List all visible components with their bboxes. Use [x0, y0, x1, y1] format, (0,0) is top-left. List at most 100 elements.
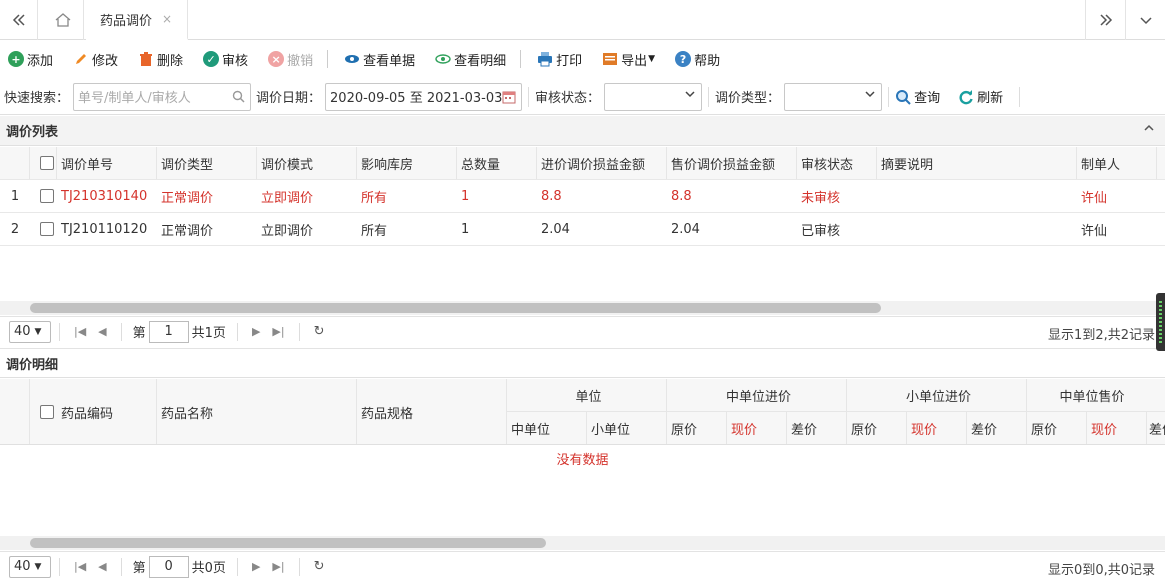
col-header-creator[interactable]: 制单人 [1077, 147, 1157, 179]
date-range-input[interactable]: 2020-09-05 至 2021-03-03 [325, 82, 523, 111]
close-icon[interactable]: × [162, 12, 172, 26]
chevron-down-icon [864, 88, 876, 103]
chevron-down-icon[interactable] [1125, 0, 1165, 40]
search-divider [1019, 86, 1021, 107]
table-row[interactable]: 1 TJ210310140 正常调价 立即调价 所有 1 8.8 8.8 未审核… [0, 180, 1165, 213]
cell-total-qty: 1 [461, 221, 470, 237]
page-prefix: 第 [132, 561, 146, 576]
first-page-icon[interactable]: |◀ [74, 325, 86, 338]
row-checkbox-cell [30, 180, 57, 212]
col-header-small-unit[interactable]: 小单位 [587, 412, 667, 444]
search-divider [708, 86, 710, 107]
row-number: 1 [10, 188, 20, 204]
audit-status-select[interactable] [604, 82, 703, 111]
col-header-drug-code[interactable]: 药品编码 [57, 379, 157, 444]
col-header-mid-sell-orig[interactable]: 原价 [1027, 412, 1087, 444]
col-header-warehouse[interactable]: 影响库房 [357, 147, 457, 179]
prev-page-icon[interactable]: ◀ [98, 560, 106, 573]
print-button[interactable]: 打印 [537, 50, 582, 69]
col-header-small-buy-diff[interactable]: 差价 [967, 412, 1027, 444]
edit-button[interactable]: 修改 [73, 50, 118, 69]
col-header-summary[interactable]: 摘要说明 [877, 147, 1077, 179]
page-size-select[interactable]: 40 ▼ [9, 320, 51, 343]
reload-icon[interactable]: ↻ [314, 324, 325, 339]
tab-drug-price-adjustment[interactable]: 药品调价 × [86, 0, 188, 40]
pager-divider [298, 322, 300, 341]
cell-total-qty: 1 [461, 188, 470, 204]
col-header-order-no[interactable]: 调价单号 [57, 147, 157, 179]
col-header-mid-unit[interactable]: 中单位 [507, 412, 587, 444]
search-bar: 快速搜索： 单号/制单人/审核人 调价日期： 2020-09-05 至 2021… [0, 79, 1165, 115]
caret-down-icon: ▼ [34, 561, 42, 572]
row-checkbox[interactable] [40, 222, 54, 236]
double-chevron-right-icon[interactable] [1085, 0, 1125, 40]
next-page-icon[interactable]: ▶ [252, 560, 260, 573]
col-header-price-mode[interactable]: 调价模式 [257, 147, 357, 179]
double-chevron-left-icon[interactable] [0, 0, 38, 40]
refresh-icon [958, 89, 974, 105]
quick-search-input[interactable]: 单号/制单人/审核人 [73, 82, 252, 111]
price-type-select[interactable] [784, 82, 883, 111]
select-all-checkbox[interactable] [40, 156, 54, 170]
page-total: 共0页 [191, 561, 226, 576]
audit-button[interactable]: ✓ 审核 [203, 50, 248, 69]
col-header-mid-buy-orig[interactable]: 原价 [667, 412, 727, 444]
col-header-mid-sell-diff[interactable]: 差价 [1147, 412, 1165, 444]
page-size-select[interactable]: 40 ▼ [9, 555, 51, 578]
prev-page-icon[interactable]: ◀ [98, 325, 106, 338]
refresh-button[interactable]: 刷新 [958, 87, 1003, 106]
col-header-buy-profit[interactable]: 进价调价损益金额 [537, 147, 667, 179]
col-header-drug-name[interactable]: 药品名称 [157, 379, 357, 444]
last-page-icon[interactable]: ▶| [272, 560, 284, 573]
col-header-mid-buy-diff[interactable]: 差价 [787, 412, 847, 444]
price-list-horizontal-scrollbar[interactable] [30, 303, 881, 313]
col-header-audit-status[interactable]: 审核状态 [797, 147, 877, 179]
row-number-header [0, 147, 30, 179]
eye-outline-icon [435, 51, 451, 67]
col-header-sell-profit[interactable]: 售价调价损益金额 [667, 147, 797, 179]
col-header-total-qty[interactable]: 总数量 [457, 147, 537, 179]
chevron-up-icon[interactable] [1143, 122, 1155, 137]
group-header-unit: 单位 [507, 379, 667, 412]
page-info: 显示0到0,共0记录 [1048, 563, 1155, 578]
price-detail-horizontal-scrollbar[interactable] [30, 538, 546, 548]
query-button[interactable]: 查询 [895, 87, 940, 106]
revoke-button[interactable]: × 撤销 [268, 50, 313, 69]
row-number: 2 [10, 221, 20, 237]
side-panel-handle[interactable] [1156, 293, 1165, 351]
select-all-checkbox[interactable] [40, 405, 54, 419]
cancel-icon: × [268, 51, 285, 67]
add-button[interactable]: + 添加 [8, 50, 53, 69]
cell-order-no: TJ210310140 [61, 188, 148, 204]
cell-sell-profit: 2.04 [671, 221, 700, 237]
cell-creator: 许仙 [1081, 223, 1108, 239]
page-number-input[interactable]: 0 [148, 555, 189, 578]
col-header-small-buy-now[interactable]: 现价 [907, 412, 967, 444]
row-checkbox[interactable] [40, 189, 54, 203]
delete-button[interactable]: 删除 [138, 50, 183, 69]
cell-buy-profit: 8.8 [541, 188, 562, 204]
col-header-drug-spec[interactable]: 药品规格 [357, 379, 507, 444]
table-row[interactable]: 2 TJ210110120 正常调价 立即调价 所有 1 2.04 2.04 已… [0, 213, 1165, 246]
row-number-header [0, 379, 30, 444]
reload-icon[interactable]: ↻ [314, 559, 325, 574]
home-icon[interactable] [42, 0, 84, 40]
calendar-icon[interactable] [502, 90, 516, 107]
col-header-mid-buy-now[interactable]: 现价 [727, 412, 787, 444]
caret-down-icon: ▼ [34, 326, 42, 337]
help-label: 帮助 [694, 53, 721, 69]
col-header-mid-sell-now[interactable]: 现价 [1087, 412, 1147, 444]
view-detail-button[interactable]: 查看明细 [435, 50, 506, 69]
view-document-button[interactable]: 查看单据 [344, 50, 415, 69]
page-number-input[interactable]: 1 [148, 320, 189, 343]
price-list-panel-title: 调价列表 [0, 116, 1165, 146]
col-header-price-type[interactable]: 调价类型 [157, 147, 257, 179]
col-header-small-buy-orig[interactable]: 原价 [847, 412, 907, 444]
export-button[interactable]: 导出 ▼ [602, 50, 655, 69]
add-label: 添加 [27, 53, 54, 69]
next-page-icon[interactable]: ▶ [252, 325, 260, 338]
pager-divider [120, 322, 122, 341]
help-button[interactable]: ? 帮助 [675, 50, 720, 69]
last-page-icon[interactable]: ▶| [272, 325, 284, 338]
first-page-icon[interactable]: |◀ [74, 560, 86, 573]
